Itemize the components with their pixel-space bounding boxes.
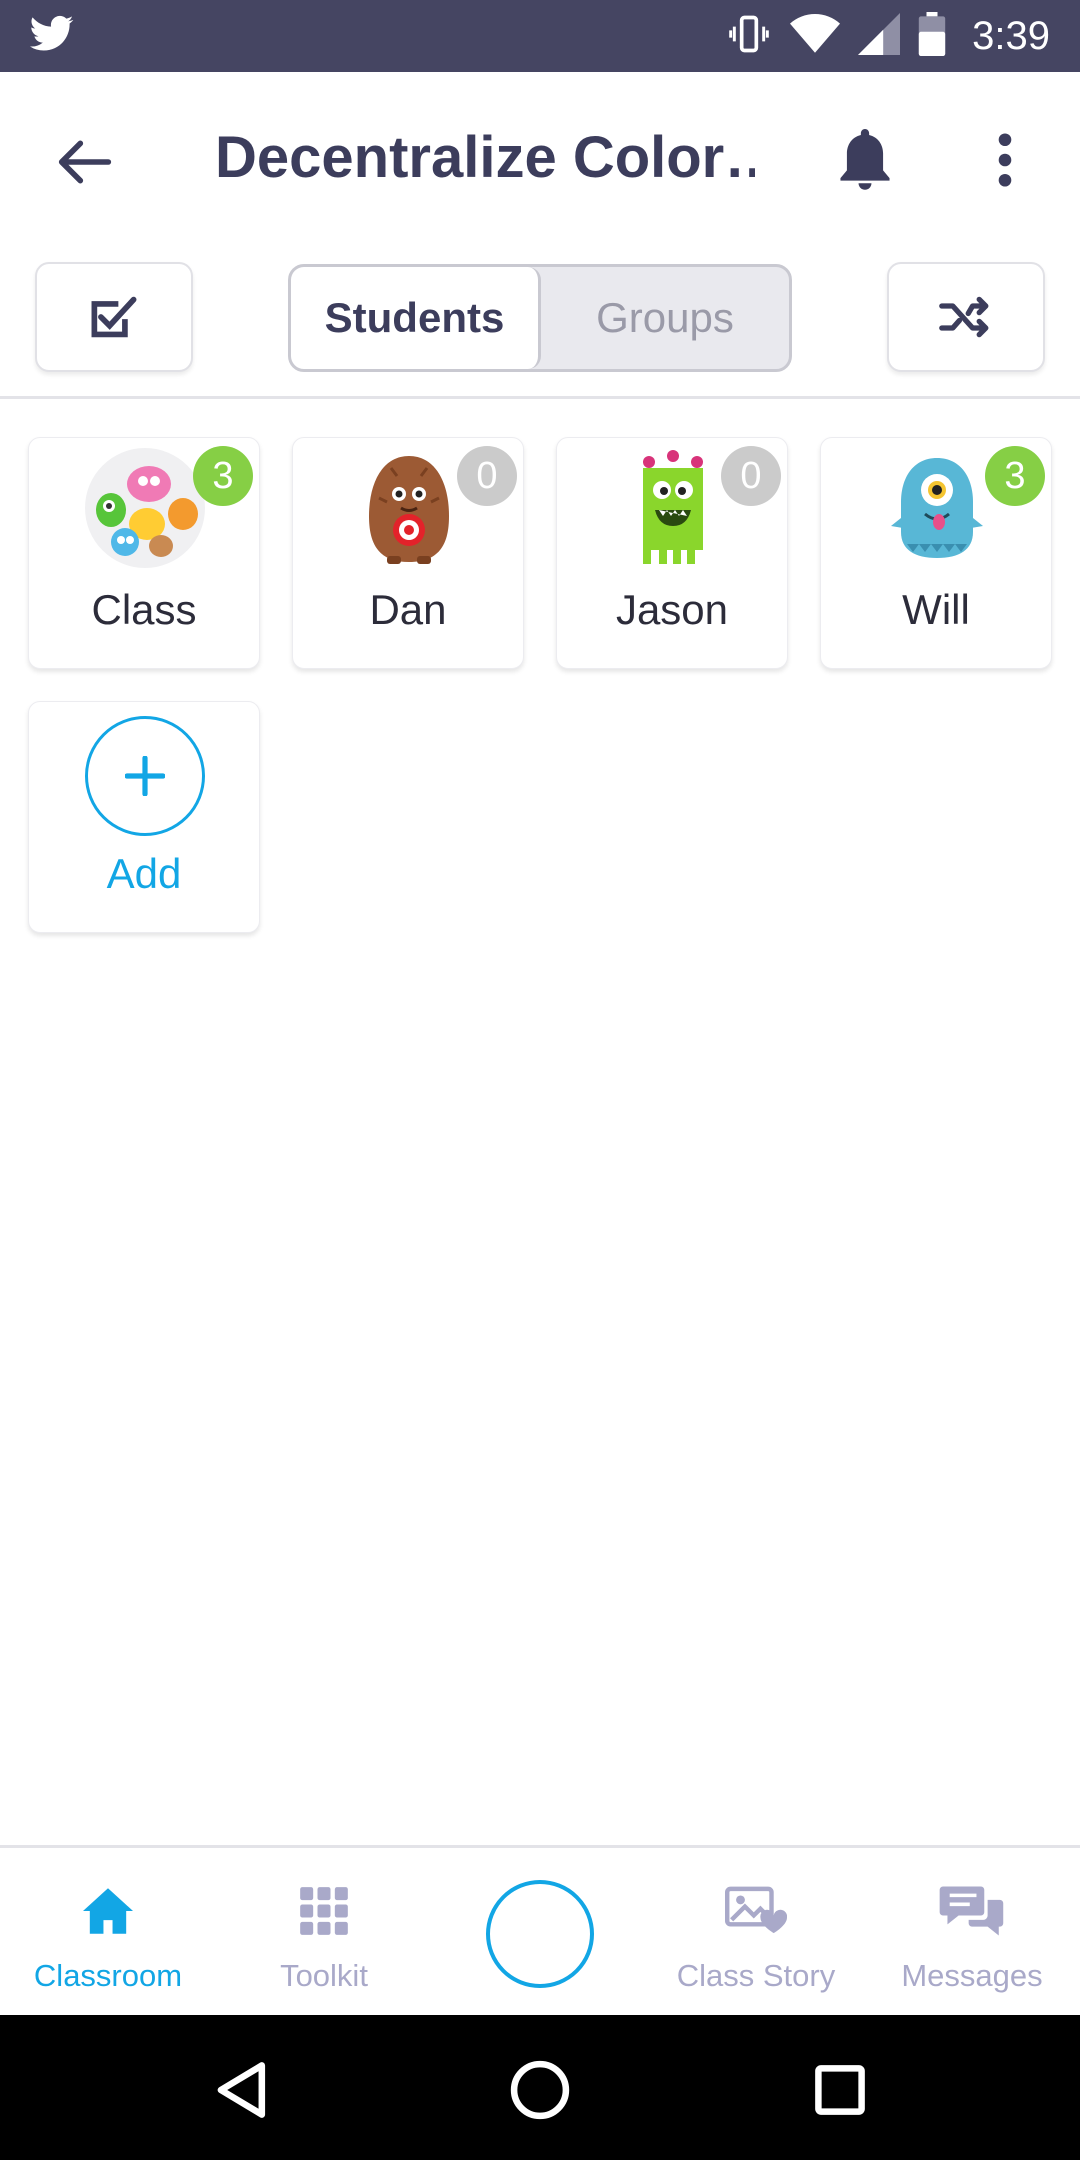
select-multiple-button[interactable] — [35, 262, 193, 372]
more-vertical-icon — [998, 133, 1012, 187]
more-options-button[interactable] — [975, 122, 1035, 198]
student-name: Jason — [615, 586, 729, 633]
class-group-avatar — [85, 448, 205, 568]
nav-label: Toolkit — [280, 1958, 368, 1993]
signal-icon — [858, 12, 901, 60]
chat-bubbles-icon — [864, 1878, 1080, 1944]
nav-label: Messages — [901, 1958, 1043, 1993]
blue-cyclops-avatar — [877, 448, 997, 568]
nav-toolkit[interactable]: Toolkit — [216, 1848, 432, 2018]
student-card-jason[interactable]: 0 Jason — [556, 437, 788, 669]
twitter-icon — [30, 14, 74, 59]
system-recents-button[interactable] — [800, 2050, 880, 2130]
nav-classroom[interactable]: Classroom — [0, 1848, 216, 2018]
divider — [0, 396, 1080, 399]
tab-groups[interactable]: Groups — [541, 267, 789, 369]
add-circle — [85, 716, 205, 836]
home-icon — [0, 1878, 216, 1944]
nav-class-story[interactable]: Class Story — [648, 1848, 864, 2018]
points-badge: 3 — [985, 446, 1045, 506]
notifications-button[interactable] — [830, 122, 900, 198]
student-card-class[interactable]: 3 Class — [28, 437, 260, 669]
status-time: 3:39 — [972, 13, 1050, 58]
app-bar: Decentralize Color… — [0, 72, 1080, 242]
brown-monster-avatar — [349, 448, 469, 568]
student-name: Dan — [369, 586, 447, 633]
student-name: Class — [91, 586, 197, 633]
add-student-card[interactable]: Add — [28, 701, 260, 933]
status-icons: 3:39 — [726, 0, 1050, 72]
status-bar: 3:39 — [0, 0, 1080, 72]
battery-icon — [918, 11, 946, 61]
shuffle-button[interactable] — [887, 262, 1045, 372]
circle-home-icon — [510, 2060, 570, 2120]
tab-students[interactable]: Students — [291, 267, 541, 369]
wifi-icon — [790, 13, 841, 60]
image-heart-icon — [648, 1878, 864, 1944]
checkbox-edit-icon — [91, 296, 137, 338]
nav-label: Class Story — [676, 1958, 836, 1993]
vibrate-icon — [726, 12, 772, 61]
toolbar: Students Groups — [0, 262, 1080, 374]
system-back-button[interactable] — [200, 2050, 280, 2130]
points-badge: 0 — [721, 446, 781, 506]
plus-icon — [125, 756, 165, 796]
students-groups-toggle: Students Groups — [288, 264, 792, 372]
student-card-will[interactable]: 3 Will — [820, 437, 1052, 669]
student-card-dan[interactable]: 0 Dan — [292, 437, 524, 669]
back-button[interactable] — [50, 127, 120, 197]
center-action-button[interactable] — [486, 1880, 594, 1988]
nav-label: Classroom — [33, 1958, 183, 1993]
green-monster-avatar — [613, 448, 733, 568]
system-home-button[interactable] — [500, 2050, 580, 2130]
bell-icon — [840, 129, 890, 190]
points-badge: 0 — [457, 446, 517, 506]
system-nav-bar — [0, 2015, 1080, 2160]
bottom-nav: Classroom Toolkit Class Story Messages — [0, 1845, 1080, 2015]
arrow-left-icon — [58, 140, 112, 184]
points-badge: 3 — [193, 446, 253, 506]
triangle-back-icon — [217, 2062, 266, 2118]
nav-messages[interactable]: Messages — [864, 1848, 1080, 2018]
shuffle-icon — [939, 296, 989, 338]
square-recents-icon — [815, 2065, 865, 2115]
add-label: Add — [106, 850, 182, 897]
grid-icon — [216, 1878, 432, 1944]
page-title: Decentralize Color… — [215, 125, 755, 190]
student-name: Will — [902, 586, 970, 633]
